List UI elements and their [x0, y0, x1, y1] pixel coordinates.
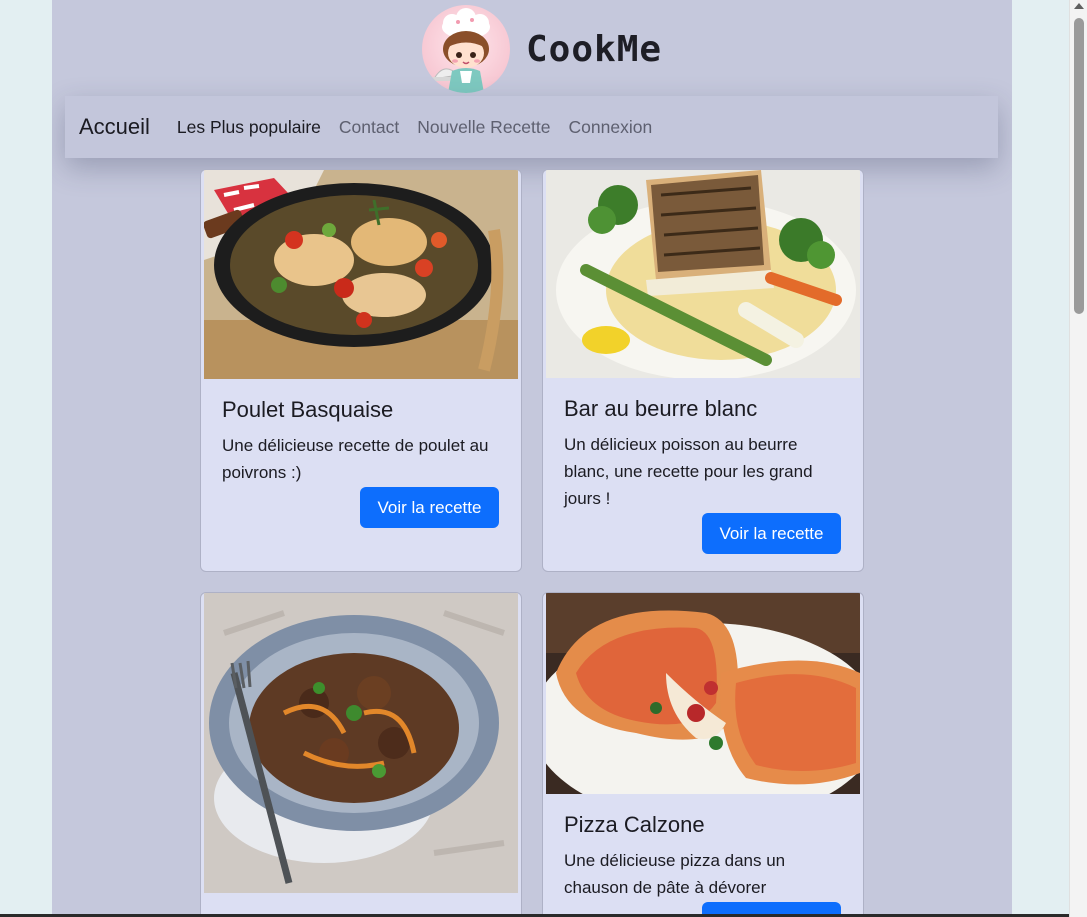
recipe-description: Une délicieuse recette de poulet au poiv… — [222, 436, 489, 482]
page-scrollbar[interactable] — [1069, 0, 1087, 917]
pizza-calzone-photo — [546, 593, 860, 794]
recipe-card — [200, 592, 522, 917]
recipe-title: Poulet Basquaise — [222, 397, 394, 422]
recipe-card: Poulet Basquaise Une délicieuse recette … — [200, 169, 522, 572]
poulet-basquaise-photo — [204, 170, 518, 379]
chef-girl-logo-icon[interactable] — [422, 5, 510, 93]
recipe-card: Bar au beurre blanc Un délicieux poisson… — [542, 169, 864, 572]
beef-stew-photo — [204, 593, 518, 893]
site-title: CookMe — [526, 28, 663, 70]
recipe-card: Pizza Calzone Une délicieuse pizza dans … — [542, 592, 864, 917]
main-navbar: Accueil Les Plus populaire Contact Nouve… — [65, 96, 998, 158]
scroll-up-arrow-icon[interactable] — [1074, 3, 1084, 9]
recipe-title: Pizza Calzone — [564, 812, 705, 837]
page-container: CookMe Accueil Les Plus populaire Contac… — [52, 0, 1012, 917]
nav-link-populaire[interactable]: Les Plus populaire — [177, 117, 321, 138]
recipe-description: Un délicieux poisson au beurre blanc, un… — [564, 435, 813, 508]
scrollbar-thumb[interactable] — [1074, 18, 1084, 314]
voir-recette-button[interactable]: Voir la recette — [702, 513, 841, 554]
recipe-description: Une délicieuse pizza dans un chauson de … — [564, 851, 786, 897]
nav-brand-accueil[interactable]: Accueil — [79, 114, 150, 140]
bar-beurre-blanc-photo — [546, 170, 860, 378]
nav-link-connexion[interactable]: Connexion — [569, 117, 653, 138]
nav-link-nouvelle-recette[interactable]: Nouvelle Recette — [417, 117, 550, 138]
voir-recette-button[interactable]: Voir la recette — [360, 487, 499, 528]
site-header: CookMe — [422, 4, 662, 94]
nav-link-contact[interactable]: Contact — [339, 117, 399, 138]
recipe-title: Bar au beurre blanc — [564, 396, 758, 421]
